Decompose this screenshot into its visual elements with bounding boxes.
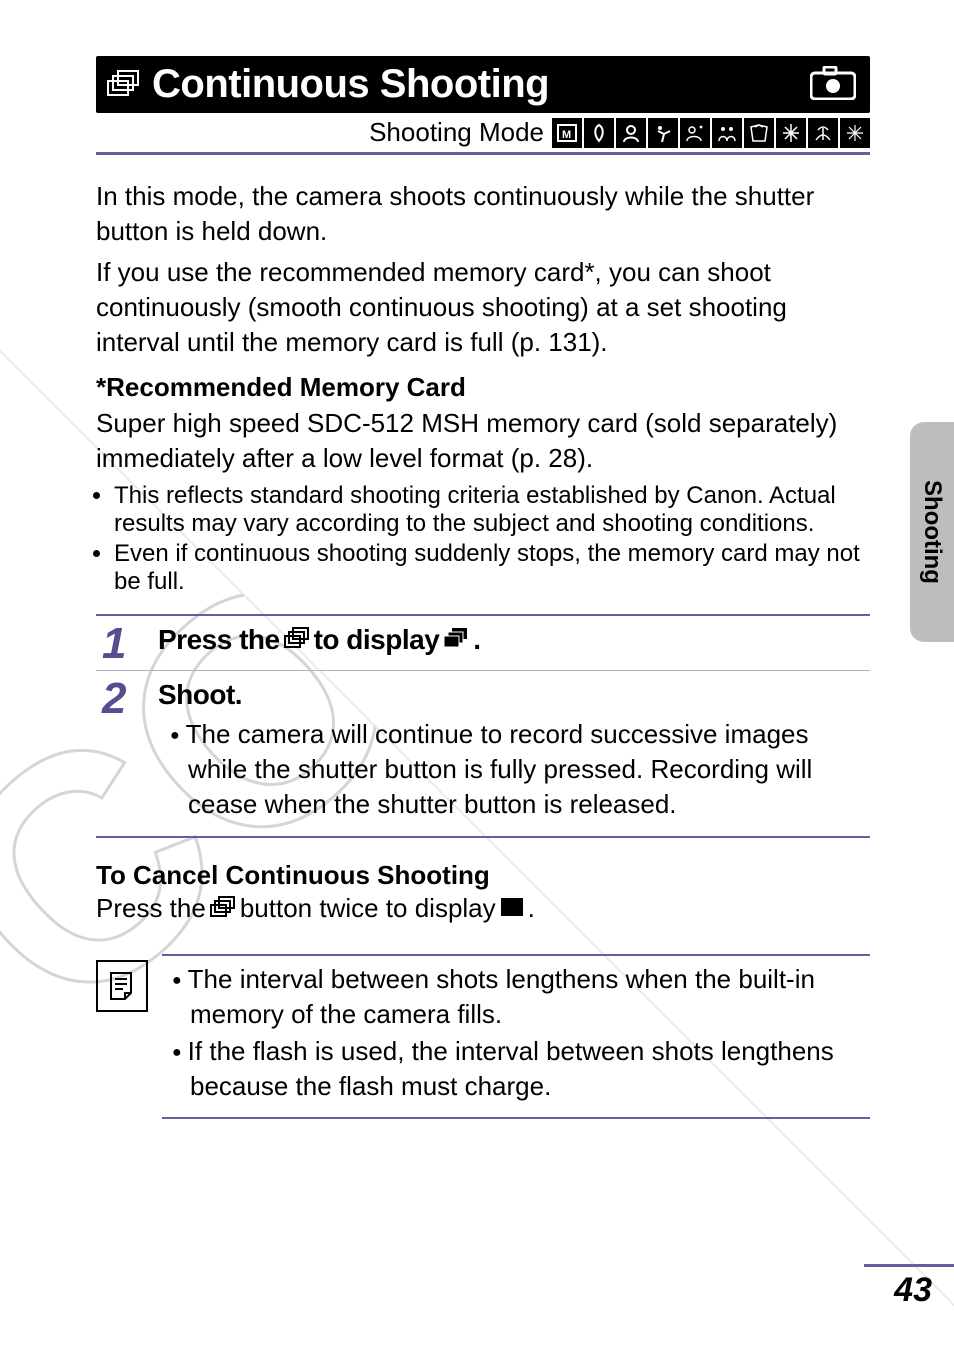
svg-text:M: M — [562, 129, 571, 141]
step-row: 1 Press the to display . — [96, 616, 870, 670]
step-title: Shoot. — [158, 679, 864, 711]
intro-p1: In this mode, the camera shoots continuo… — [96, 179, 870, 249]
mode-icon-portrait — [616, 118, 646, 148]
continuous-stack-icon — [284, 627, 310, 649]
shooting-mode-icons: M — [552, 118, 870, 148]
camera-icon — [810, 66, 856, 100]
footnote-item: This reflects standard shooting criteria… — [114, 482, 870, 538]
single-frame-icon — [500, 897, 524, 917]
info-note-body: The interval between shots lengthens whe… — [162, 954, 870, 1118]
mode-icon-manual: M — [552, 118, 582, 148]
recommended-heading: *Recommended Memory Card — [96, 370, 870, 405]
page-number: 43 — [864, 1267, 954, 1310]
section-header: Continuous Shooting — [96, 56, 870, 113]
shooting-mode-label: Shooting Mode — [96, 117, 552, 148]
step-title: Press the to display . — [158, 624, 864, 656]
cancel-title: To Cancel Continuous Shooting — [96, 860, 870, 891]
continuous-stack-icon — [106, 69, 140, 97]
mode-icon-sports — [648, 118, 678, 148]
mode-icon-indoor — [744, 118, 774, 148]
mode-icon-beach — [808, 118, 838, 148]
info-note-item: The interval between shots lengthens whe… — [162, 962, 864, 1032]
continuous-filled-icon — [443, 627, 469, 649]
steps-table: 1 Press the to display . 2 Shoot — [96, 614, 870, 838]
footnote-item: Even if continuous shooting suddenly sto… — [114, 540, 870, 596]
memo-icon — [96, 960, 148, 1012]
step-row: 2 Shoot. The camera will continue to rec… — [96, 670, 870, 836]
header-rule — [96, 152, 870, 155]
page-number-block: 43 — [864, 1264, 954, 1310]
mode-icon-kids — [712, 118, 742, 148]
shooting-mode-row: Shooting Mode M — [96, 113, 870, 150]
step-number: 2 — [96, 671, 156, 836]
info-note-item: If the flash is used, the interval betwe… — [162, 1034, 864, 1104]
intro-p2: If you use the recommended memory card*,… — [96, 255, 870, 360]
section-tab: Shooting — [910, 422, 954, 642]
step-number: 1 — [96, 616, 156, 670]
info-note: The interval between shots lengthens whe… — [96, 954, 870, 1118]
footnote-list: This reflects standard shooting criteria… — [96, 482, 870, 596]
section-tab-label: Shooting — [918, 480, 946, 584]
mode-icon-snow — [776, 118, 806, 148]
mode-icon-night — [680, 118, 710, 148]
recommended-body: Super high speed SDC-512 MSH memory card… — [96, 406, 870, 476]
cancel-text: Press the button twice to display . — [96, 891, 870, 926]
section-title: Continuous Shooting — [152, 62, 810, 107]
cancel-block: To Cancel Continuous Shooting Press the … — [96, 860, 870, 926]
intro-text: In this mode, the camera shoots continuo… — [96, 179, 870, 476]
mode-icon-fireworks — [840, 118, 870, 148]
mode-icon-macro — [584, 118, 614, 148]
step-body-text: The camera will continue to record succe… — [158, 717, 864, 822]
continuous-stack-icon — [210, 896, 236, 918]
